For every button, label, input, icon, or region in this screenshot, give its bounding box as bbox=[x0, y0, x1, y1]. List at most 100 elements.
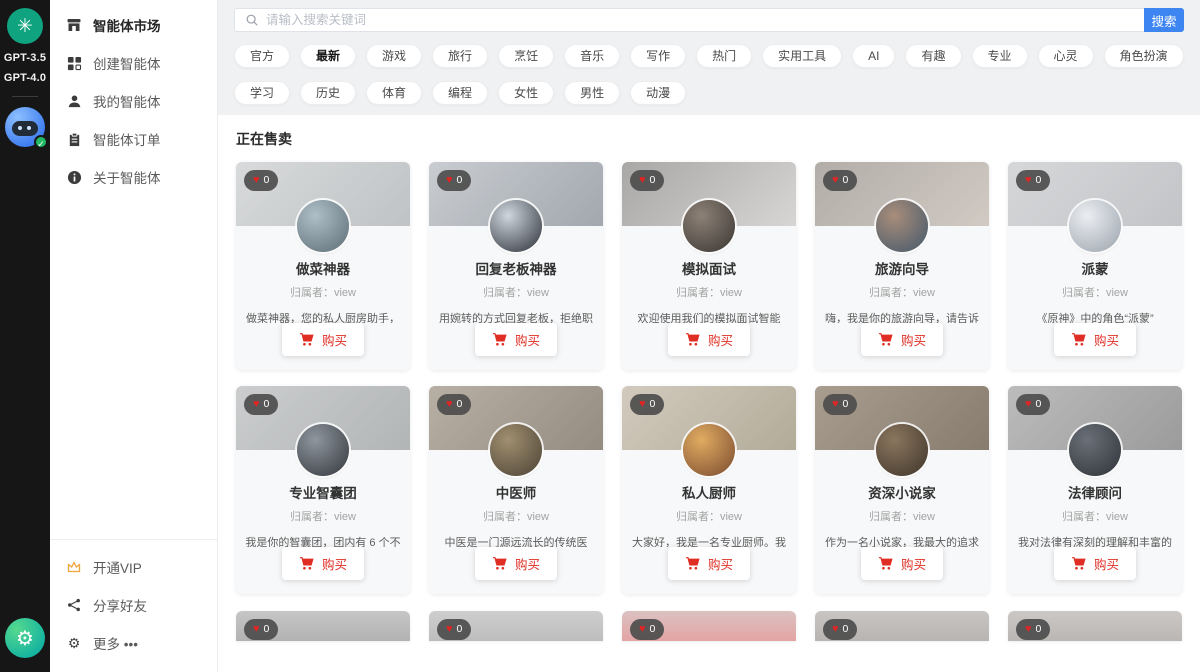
agent-title: 法律顾问 bbox=[1068, 482, 1122, 502]
agent-card[interactable]: ♥ 0 专业智囊团 归属者：view 我是你的智囊团，团内有 6 个不同的董事作… bbox=[236, 386, 410, 594]
agent-card[interactable]: ♥ 0 私人厨师 归属者：view 大家好，我是一名专业厨师。我对食物充满了热情… bbox=[622, 386, 796, 594]
tag-pill[interactable]: 学习 bbox=[234, 81, 290, 105]
buy-button[interactable]: 购买 bbox=[282, 547, 364, 580]
agent-card[interactable]: ♥ 0 做菜神器 归属者：view 做菜神器，您的私人厨房助手，为您提供个性化的… bbox=[236, 162, 410, 370]
agent-card[interactable]: ♥ 0 资深小说家 归属者：view 作为一名小说家，我最大的追求是通过文字触动… bbox=[815, 386, 989, 594]
model-label-gpt35[interactable]: GPT-3.5 bbox=[4, 52, 46, 64]
user-icon bbox=[66, 93, 82, 109]
agent-card-partial[interactable]: ♥ 0 bbox=[815, 611, 989, 641]
likes-badge[interactable]: ♥ 0 bbox=[823, 170, 857, 191]
sidebar-item-my-agents[interactable]: 我的智能体 bbox=[50, 82, 217, 120]
buy-button[interactable]: 购买 bbox=[668, 547, 750, 580]
likes-badge[interactable]: ♥ 0 bbox=[1016, 170, 1050, 191]
buy-button[interactable]: 购买 bbox=[861, 547, 943, 580]
heart-icon: ♥ bbox=[639, 624, 646, 635]
tag-pill[interactable]: 角色扮演 bbox=[1104, 44, 1184, 68]
likes-badge[interactable]: ♥ 0 bbox=[630, 619, 664, 640]
buy-button[interactable]: 购买 bbox=[861, 323, 943, 356]
buy-button[interactable]: 购买 bbox=[282, 323, 364, 356]
tag-pill[interactable]: 有趣 bbox=[905, 44, 961, 68]
agent-title: 专业智囊团 bbox=[289, 482, 357, 502]
tag-pill[interactable]: 编程 bbox=[432, 81, 488, 105]
buy-button[interactable]: 购买 bbox=[668, 323, 750, 356]
agent-card[interactable]: ♥ 0 中医师 归属者：view 中医是一门源远流长的传统医学，它不仅是一种治疗… bbox=[429, 386, 603, 594]
likes-badge[interactable]: ♥ 0 bbox=[630, 170, 664, 191]
sidebar-item-more[interactable]: ⚙ 更多 ••• bbox=[50, 624, 217, 662]
likes-badge[interactable]: ♥ 0 bbox=[1016, 394, 1050, 415]
tag-pill[interactable]: 最新 bbox=[300, 44, 356, 68]
buy-button[interactable]: 购买 bbox=[475, 547, 557, 580]
tag-pill[interactable]: 游戏 bbox=[366, 44, 422, 68]
agent-owner: 归属者：view bbox=[869, 284, 935, 300]
gear-icon: ⚙ bbox=[66, 635, 82, 651]
buy-button-label: 购买 bbox=[322, 554, 347, 573]
likes-badge[interactable]: ♥ 0 bbox=[437, 170, 471, 191]
rail-divider bbox=[12, 96, 38, 97]
likes-badge[interactable]: ♥ 0 bbox=[437, 619, 471, 640]
tag-pill[interactable]: 写作 bbox=[630, 44, 686, 68]
tag-pill[interactable]: 音乐 bbox=[564, 44, 620, 68]
settings-avatar[interactable]: ⚙ bbox=[5, 618, 45, 658]
likes-badge[interactable]: ♥ 0 bbox=[823, 394, 857, 415]
tag-pill[interactable]: 官方 bbox=[234, 44, 290, 68]
cart-icon bbox=[299, 332, 314, 347]
search-button[interactable]: 搜索 bbox=[1144, 8, 1184, 32]
sidebar-item-share[interactable]: 分享好友 bbox=[50, 586, 217, 624]
tag-pill[interactable]: 专业 bbox=[972, 44, 1028, 68]
openai-logo-icon[interactable]: ✳ bbox=[7, 8, 43, 44]
tag-pill[interactable]: 男性 bbox=[564, 81, 620, 105]
topbar-panel: 搜索 官方最新游戏旅行烹饪音乐写作热门实用工具 AI 有趣专业心灵角色扮演学习历史体… bbox=[218, 0, 1200, 115]
sidebar-item-create[interactable]: 创建智能体 bbox=[50, 44, 217, 82]
cart-icon bbox=[878, 556, 893, 571]
agent-card-partial[interactable]: ♥ 0 bbox=[236, 611, 410, 641]
sidebar-item-market[interactable]: 智能体市场 bbox=[50, 6, 217, 44]
agent-card[interactable]: ♥ 0 模拟面试 归属者：view 欢迎使用我们的模拟面试智能体，这是一款专门设… bbox=[622, 162, 796, 370]
tag-pill[interactable]: 动漫 bbox=[630, 81, 686, 105]
agent-card[interactable]: ♥ 0 回复老板神器 归属者：view 用婉转的方式回复老板，拒绝职场PUA 从… bbox=[429, 162, 603, 370]
agent-card[interactable]: ♥ 0 旅游向导 归属者：view 嗨，我是你的旅游向导，请告诉你想去的地点和你… bbox=[815, 162, 989, 370]
agent-avatar[interactable]: ✓ bbox=[5, 107, 45, 147]
agent-avatar-image bbox=[490, 424, 542, 476]
heart-icon: ♥ bbox=[832, 175, 839, 186]
tag-pill[interactable]: AI bbox=[852, 44, 895, 68]
search-input[interactable] bbox=[266, 13, 1134, 27]
agent-description: 做菜神器，您的私人厨房助手，为您提供个性化的菜谱让美食制作变得更简... bbox=[244, 309, 402, 323]
tag-pill[interactable]: 女性 bbox=[498, 81, 554, 105]
buy-button[interactable]: 购买 bbox=[1054, 547, 1136, 580]
likes-badge[interactable]: ♥ 0 bbox=[630, 394, 664, 415]
buy-button[interactable]: 购买 bbox=[475, 323, 557, 356]
tag-pill[interactable]: 旅行 bbox=[432, 44, 488, 68]
agent-card-partial[interactable]: ♥ 0 bbox=[429, 611, 603, 641]
tag-pill[interactable]: 热门 bbox=[696, 44, 752, 68]
heart-icon: ♥ bbox=[832, 399, 839, 410]
model-label-gpt40[interactable]: GPT-4.0 bbox=[4, 72, 46, 84]
sidebar-item-about[interactable]: 关于智能体 bbox=[50, 158, 217, 196]
tag-pill[interactable]: 实用工具 bbox=[762, 44, 842, 68]
sidebar-item-vip[interactable]: 开通VIP bbox=[50, 548, 217, 586]
tag-pill[interactable]: 心灵 bbox=[1038, 44, 1094, 68]
heart-icon: ♥ bbox=[1025, 175, 1032, 186]
agent-avatar-image bbox=[1069, 424, 1121, 476]
cart-icon bbox=[685, 332, 700, 347]
likes-badge[interactable]: ♥ 0 bbox=[244, 619, 278, 640]
buy-button-label: 购买 bbox=[515, 554, 540, 573]
agent-avatar-image bbox=[1069, 200, 1121, 252]
likes-badge[interactable]: ♥ 0 bbox=[437, 394, 471, 415]
agent-card-partial[interactable]: ♥ 0 bbox=[1008, 611, 1182, 641]
tag-pill[interactable]: 烹饪 bbox=[498, 44, 554, 68]
tag-pill[interactable]: 历史 bbox=[300, 81, 356, 105]
search-box bbox=[234, 8, 1144, 32]
agent-card[interactable]: ♥ 0 法律顾问 归属者：view 我对法律有深刻的理解和丰富的实践经验，愿意为… bbox=[1008, 386, 1182, 594]
tag-pill[interactable]: 体育 bbox=[366, 81, 422, 105]
likes-badge[interactable]: ♥ 0 bbox=[244, 394, 278, 415]
buy-button[interactable]: 购买 bbox=[1054, 323, 1136, 356]
likes-badge[interactable]: ♥ 0 bbox=[823, 619, 857, 640]
model-rail: ✳ GPT-3.5 GPT-4.0 ✓ ⚙ bbox=[0, 0, 50, 672]
agent-avatar-image bbox=[876, 200, 928, 252]
likes-count: 0 bbox=[843, 624, 849, 635]
likes-badge[interactable]: ♥ 0 bbox=[244, 170, 278, 191]
agent-card[interactable]: ♥ 0 派蒙 归属者：view 《原神》中的角色“派蒙” 购买 bbox=[1008, 162, 1182, 370]
sidebar-item-orders[interactable]: 智能体订单 bbox=[50, 120, 217, 158]
likes-badge[interactable]: ♥ 0 bbox=[1016, 619, 1050, 640]
agent-card-partial[interactable]: ♥ 0 bbox=[622, 611, 796, 641]
